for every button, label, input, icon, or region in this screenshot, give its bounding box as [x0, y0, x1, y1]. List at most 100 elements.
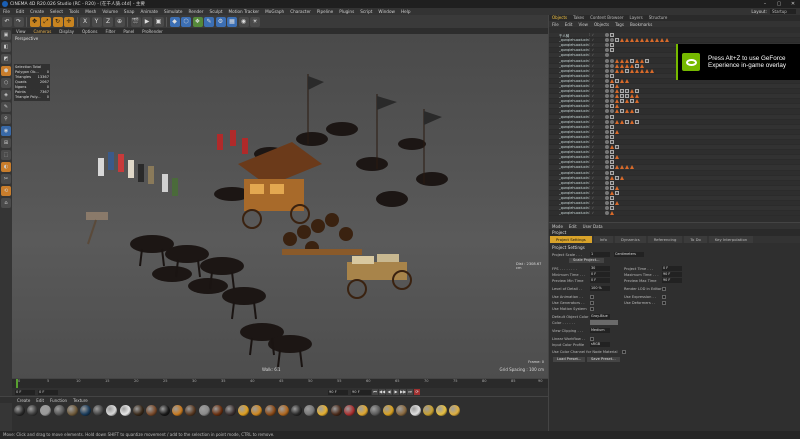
texture-tag-icon[interactable]: [605, 155, 609, 160]
material-tag-icon[interactable]: [615, 58, 619, 63]
use-generators-checkbox[interactable]: [590, 300, 594, 305]
selection-tag-icon[interactable]: [610, 160, 614, 165]
color-swatch[interactable]: [590, 320, 618, 325]
selection-tag-icon[interactable]: [630, 99, 634, 104]
menu-character[interactable]: Character: [287, 9, 314, 14]
texture-tag-icon[interactable]: [605, 78, 609, 83]
previous-key-icon[interactable]: ◀◀: [379, 389, 385, 395]
y-axis-lock-icon[interactable]: Y: [91, 16, 102, 27]
viewport-menu-prorender[interactable]: ProRender: [138, 29, 167, 34]
object-name[interactable]: _qunqiehuoxiuxin001_35: [549, 211, 589, 215]
viewport-menu-view[interactable]: View: [12, 29, 30, 34]
material-tag-icon[interactable]: [625, 78, 629, 83]
texture-tag-icon[interactable]: [605, 185, 609, 190]
material-swatch[interactable]: [145, 405, 157, 416]
visibility-dots-icon[interactable]: ⠇✓: [589, 155, 603, 159]
material-swatch[interactable]: [14, 405, 25, 416]
texture-tag-icon[interactable]: [610, 38, 614, 43]
texture-tag-icon[interactable]: [605, 196, 609, 201]
material-swatch[interactable]: [356, 405, 368, 416]
cube-object-icon[interactable]: ◆: [169, 16, 180, 27]
texture-tag-icon[interactable]: [605, 134, 609, 139]
object-name[interactable]: _qunqiehuoxiuxin001_15: [549, 109, 589, 113]
visibility-dots-icon[interactable]: ⠇✓: [589, 74, 603, 78]
material-tag-icon[interactable]: [640, 58, 644, 63]
material-tag-icon[interactable]: [615, 68, 619, 73]
selection-tag-icon[interactable]: [635, 63, 639, 68]
texture-tag-icon[interactable]: [605, 150, 609, 155]
texture-tag-icon[interactable]: [610, 109, 614, 114]
material-tag-icon[interactable]: [625, 38, 629, 43]
material-tag-icon[interactable]: [640, 63, 644, 68]
texture-tag-icon[interactable]: [610, 68, 614, 73]
selection-tag-icon[interactable]: [610, 150, 614, 155]
texture-mode-icon[interactable]: ◩: [1, 54, 11, 64]
visibility-dots-icon[interactable]: ⠇✓: [589, 191, 603, 195]
visibility-dots-icon[interactable]: ⠇✓: [589, 115, 603, 119]
texture-tag-icon[interactable]: [605, 190, 609, 195]
max-time-field[interactable]: 90 F: [662, 272, 682, 277]
viewport-menu-panel[interactable]: Panel: [119, 29, 138, 34]
material-tag-icon[interactable]: [615, 99, 619, 104]
texture-tag-icon[interactable]: [605, 119, 609, 124]
material-tag-icon[interactable]: [630, 38, 634, 43]
visibility-dots-icon[interactable]: ⠇✓: [589, 145, 603, 149]
visibility-dots-icon[interactable]: ⠇✓: [589, 176, 603, 180]
linear-workflow-checkbox[interactable]: [590, 336, 594, 341]
material-tag-icon[interactable]: [650, 68, 654, 73]
texture-tag-icon[interactable]: [605, 48, 609, 53]
viewport-menu-filter[interactable]: Filter: [101, 29, 119, 34]
selection-tag-icon[interactable]: [625, 119, 629, 124]
selection-tag-icon[interactable]: [615, 145, 619, 150]
visibility-dots-icon[interactable]: ⠇✓: [589, 120, 603, 124]
material-tag-icon[interactable]: [615, 83, 619, 88]
visibility-dots-icon[interactable]: ⠇✓: [589, 89, 603, 93]
render-view-icon[interactable]: 🎬: [130, 16, 141, 27]
object-name[interactable]: _qunqiehuoxiuxin001_28: [549, 176, 589, 180]
viewport-menu-display[interactable]: Display: [55, 29, 78, 34]
obj-menu-objects[interactable]: Objects: [591, 22, 612, 27]
model-mode-icon[interactable]: ◧: [1, 42, 11, 52]
floor-icon[interactable]: ⌂: [1, 198, 11, 208]
obj-menu-edit[interactable]: Edit: [562, 22, 576, 27]
material-tag-icon[interactable]: [615, 165, 619, 170]
render-lod-checkbox[interactable]: [662, 286, 666, 291]
axis-mode-icon[interactable]: ⚲: [1, 114, 11, 124]
texture-tag-icon[interactable]: [605, 145, 609, 150]
material-tag-icon[interactable]: [610, 211, 614, 216]
obj-menu-tags[interactable]: Tags: [612, 22, 627, 27]
texture-tag-icon[interactable]: [605, 43, 609, 48]
object-name[interactable]: _qunqiehuoxiuxin001_33: [549, 201, 589, 205]
texture-tag-icon[interactable]: [605, 104, 609, 109]
tab-takes[interactable]: Takes: [570, 15, 587, 21]
menu-script[interactable]: Script: [357, 9, 375, 14]
material-swatch[interactable]: [93, 405, 105, 416]
texture-tag-icon[interactable]: [605, 33, 609, 38]
subdivision-surface-icon[interactable]: ❖: [192, 16, 203, 27]
selection-tag-icon[interactable]: [635, 119, 639, 124]
object-name[interactable]: _qunqiehuoxiuxin001_24: [549, 155, 589, 159]
visibility-dots-icon[interactable]: ⠇✓: [589, 171, 603, 175]
object-name[interactable]: _qunqiehuoxiuxin001_5: [549, 59, 589, 63]
object-name[interactable]: _qunqiehuoxiuxin001_8: [549, 74, 589, 78]
texture-tag-icon[interactable]: [610, 63, 614, 68]
tab-referencing[interactable]: Referencing: [647, 236, 683, 243]
material-swatch[interactable]: [66, 405, 78, 416]
material-tag-icon[interactable]: [650, 38, 654, 43]
min-time-field[interactable]: 0 F: [590, 272, 610, 277]
scale-tool-icon[interactable]: ⤢: [41, 16, 51, 27]
selection-tag-icon[interactable]: [630, 58, 634, 63]
material-tag-icon[interactable]: [625, 165, 629, 170]
project-scale-field[interactable]: 1: [590, 252, 610, 257]
object-name[interactable]: _qunqiehuoxiuxin001_31: [549, 191, 589, 195]
visibility-dots-icon[interactable]: ⠇✓: [589, 64, 603, 68]
view-clipping-dropdown[interactable]: Medium: [590, 328, 610, 333]
fps-field[interactable]: 30: [590, 266, 610, 271]
points-mode-icon[interactable]: ⬢: [1, 66, 11, 76]
tab-info[interactable]: Info: [593, 236, 613, 243]
save-preset-button[interactable]: Save Preset...: [587, 357, 620, 362]
menu-volume[interactable]: Volume: [99, 9, 121, 14]
texture-tag-icon[interactable]: [605, 140, 609, 145]
selection-tag-icon[interactable]: [620, 94, 624, 99]
material-tag-icon[interactable]: [665, 38, 669, 43]
